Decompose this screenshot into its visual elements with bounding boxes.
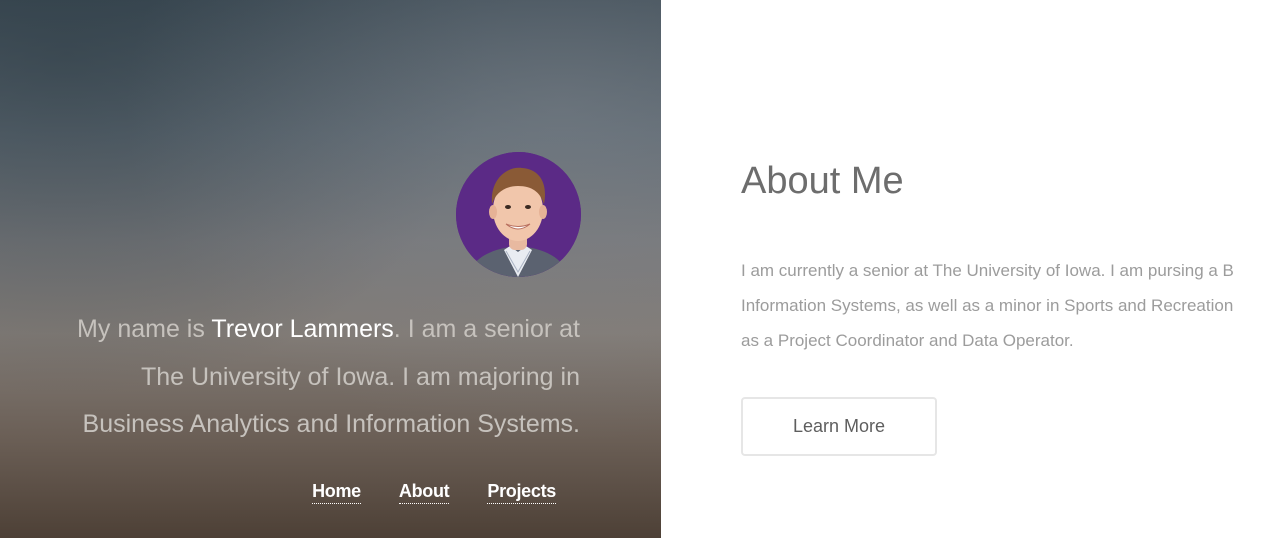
nav-about-link[interactable]: About (398, 481, 450, 504)
learn-more-button[interactable]: Learn More (741, 397, 937, 456)
page: My name is Trevor Lammers. I am a senior… (0, 0, 1268, 538)
nav-home-link[interactable]: Home (312, 481, 361, 504)
intro-text: My name is Trevor Lammers. I am a senior… (40, 306, 580, 449)
about-section: About Me I am currently a senior at The … (741, 0, 1268, 538)
about-body-line: as a Project Coordinator and Data Operat… (741, 331, 1074, 350)
intro-name: Trevor Lammers (211, 315, 394, 343)
hero-nav: Home About Projects (312, 481, 556, 504)
nav-projects-link[interactable]: Projects (487, 481, 556, 504)
about-body-line: I am currently a senior at The Universit… (741, 261, 1234, 280)
about-body: I am currently a senior at The Universit… (741, 253, 1268, 358)
about-title: About Me (741, 160, 904, 202)
profile-photo (456, 152, 581, 277)
profile-avatar (456, 152, 581, 277)
hero-panel: My name is Trevor Lammers. I am a senior… (0, 0, 661, 538)
intro-prefix: My name is (77, 315, 212, 343)
about-body-line: Information Systems, as well as a minor … (741, 296, 1234, 315)
